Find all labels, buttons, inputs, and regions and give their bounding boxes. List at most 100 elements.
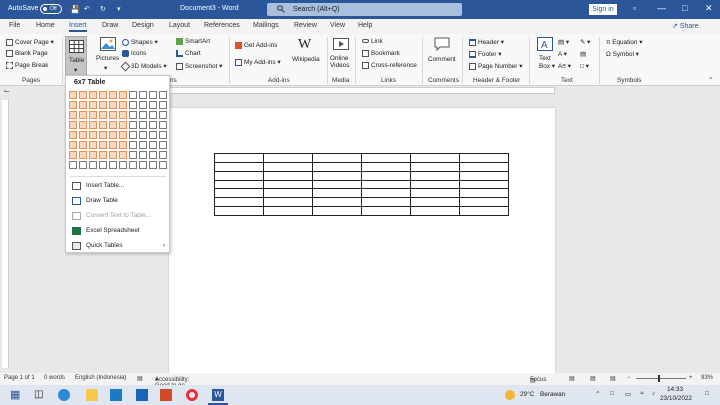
table-cell[interactable] [214,179,264,190]
table-cell[interactable] [312,188,362,199]
table-cell[interactable] [214,153,264,163]
menu-item[interactable]: Draw Table [72,195,167,207]
grid-cell[interactable] [159,111,167,119]
table-cell[interactable] [312,206,362,216]
table-cell[interactable] [459,206,509,216]
windows-start-icon[interactable]: ▦ [10,388,22,401]
header-button[interactable]: Header ▾ [469,38,504,46]
table-cell[interactable] [312,170,362,181]
table-cell[interactable] [263,197,313,208]
pictures-chevron-icon[interactable]: ▾ [104,64,107,72]
table-cell[interactable] [263,179,313,190]
cross-reference-button[interactable]: Cross-reference [362,62,417,69]
page-number-button[interactable]: Page Number ▾ [469,62,522,70]
print-layout-icon[interactable]: ▤ [590,375,596,382]
grid-cell[interactable] [129,111,137,119]
link-button[interactable]: Link [362,38,383,45]
minimize-button[interactable]: — [657,3,666,13]
grid-cell[interactable] [129,141,137,149]
table-cell[interactable] [459,153,509,163]
grid-cell[interactable] [109,121,117,129]
collapse-ribbon-icon[interactable]: ⌃ [708,76,713,84]
grid-cell[interactable] [79,141,87,149]
shapes-button[interactable]: Shapes ▾ [122,38,158,46]
table-cell[interactable] [410,153,460,163]
table-cell[interactable] [214,206,264,216]
table-cell[interactable] [263,206,313,216]
grid-cell[interactable] [109,101,117,109]
table-cell[interactable] [361,197,411,208]
document-page[interactable] [169,108,555,373]
grid-cell[interactable] [159,121,167,129]
tab-references[interactable]: References [204,22,240,29]
grid-cell[interactable] [139,151,147,159]
table-cell[interactable] [263,153,313,163]
wikipedia-button[interactable]: Wikipedia [292,56,320,63]
grid-cell[interactable] [89,131,97,139]
grid-cell[interactable] [89,151,97,159]
grid-cell[interactable] [159,141,167,149]
grid-cell[interactable] [69,91,77,99]
grid-cell[interactable] [69,161,77,169]
vertical-ruler[interactable] [2,100,9,368]
grid-cell[interactable] [79,101,87,109]
table-cell[interactable] [214,170,264,181]
grid-cell[interactable] [69,151,77,159]
zoom-in-icon[interactable]: + [689,375,693,381]
grid-cell[interactable] [99,161,107,169]
save-icon[interactable]: 💾 [70,5,80,14]
wordart-icon[interactable]: A ▾ [558,50,567,58]
cover-page-button[interactable]: Cover Page ▾ [6,38,54,46]
tab-home[interactable]: Home [36,22,55,29]
grid-cell[interactable] [119,131,127,139]
grid-cell[interactable] [149,91,157,99]
grid-cell[interactable] [119,91,127,99]
grid-cell[interactable] [109,91,117,99]
grid-cell[interactable] [89,91,97,99]
table-cell[interactable] [410,188,460,199]
grid-cell[interactable] [139,131,147,139]
tab-selector-icon[interactable]: ⌙ [4,87,10,95]
zoom-out-icon[interactable]: − [627,375,631,381]
drop-cap-icon[interactable]: A≡ ▾ [558,62,571,70]
grid-cell[interactable] [149,111,157,119]
grid-cell[interactable] [79,91,87,99]
grid-cell[interactable] [129,151,137,159]
my-addins-button[interactable]: My Add-ins ▾ [235,58,281,66]
grid-cell[interactable] [129,101,137,109]
grid-cell[interactable] [149,101,157,109]
table-cell[interactable] [459,161,509,172]
grid-cell[interactable] [129,131,137,139]
grid-cell[interactable] [119,111,127,119]
word-count[interactable]: 0 words [44,375,65,381]
signin-button[interactable]: Sign in [589,4,617,15]
task-view-icon[interactable]: ◫ [34,389,46,401]
grid-cell[interactable] [159,131,167,139]
table-cell[interactable] [312,161,362,172]
grid-cell[interactable] [69,101,77,109]
grid-cell[interactable] [119,101,127,109]
clock-time[interactable]: 14:33 [667,386,683,393]
grid-cell[interactable] [139,91,147,99]
ribbon-display-icon[interactable]: ▫ [633,3,636,13]
grid-cell[interactable] [119,151,127,159]
read-mode-icon[interactable]: ▤ [569,375,575,382]
grid-cell[interactable] [99,151,107,159]
tab-review[interactable]: Review [294,22,317,29]
pictures-button[interactable]: Pictures [96,55,119,62]
tray-app-icon[interactable]: □ [610,390,614,397]
mail-icon[interactable] [136,389,148,401]
page-count[interactable]: Page 1 of 1 [4,375,35,381]
table-cell[interactable] [459,188,509,199]
grid-cell[interactable] [89,121,97,129]
grid-cell[interactable] [149,121,157,129]
table-cell[interactable] [361,161,411,172]
table-cell[interactable] [361,188,411,199]
weather-description[interactable]: Berawan [540,391,565,398]
table-cell[interactable] [459,179,509,190]
tab-file[interactable]: File [9,22,20,29]
signature-line-icon[interactable]: ✎ ▾ [580,38,590,46]
grid-cell[interactable] [79,131,87,139]
customize-icon[interactable]: ▾ [117,5,121,13]
table-cell[interactable] [263,161,313,172]
